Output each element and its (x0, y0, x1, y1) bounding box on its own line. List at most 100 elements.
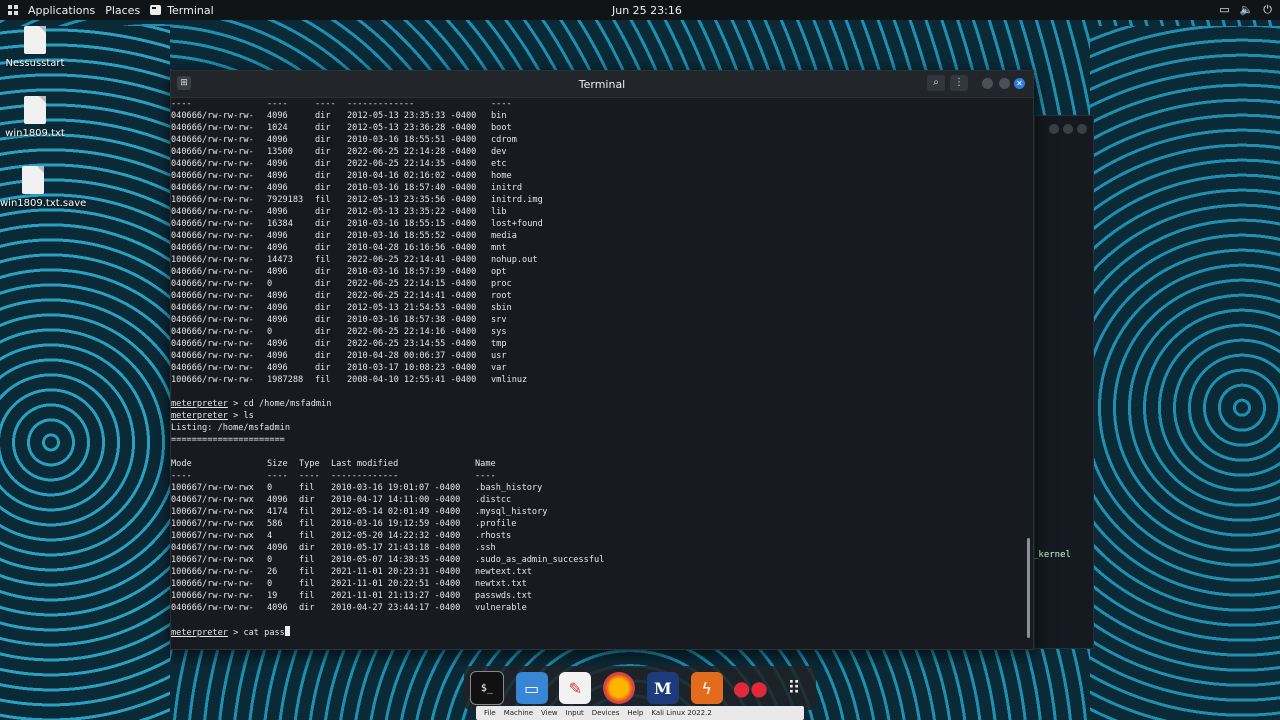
cell-mode: 100667/rw-rw-rwx (171, 483, 254, 493)
cell-mode: 040666/rw-rw-rw- (171, 159, 254, 169)
cell-type: fil (299, 507, 315, 517)
terminal-app-label: Terminal (167, 3, 214, 17)
close-button[interactable]: ✕ (1014, 78, 1025, 89)
cell-mode: 100666/rw-rw-rw- (171, 591, 254, 601)
vbox-menu-file[interactable]: File (484, 709, 496, 717)
desktop-icon-nessusstart[interactable]: Nessusstart (0, 26, 70, 69)
cell-size: 4096 (267, 183, 288, 193)
cell-type: dir (315, 279, 331, 289)
vbox-vm-name: Kali Linux 2022.2 (651, 709, 712, 717)
vbox-menu-machine[interactable]: Machine (504, 709, 533, 717)
maximize-button[interactable] (999, 78, 1010, 89)
applications-menu[interactable]: Applications (28, 4, 95, 17)
cell-modified: 2010-04-16 02:16:02 -0400 (347, 171, 477, 181)
cell-mode: 100666/rw-rw-rw- (171, 375, 254, 385)
scrollbar-thumb[interactable] (1027, 538, 1030, 638)
app-grid-icon[interactable] (8, 5, 18, 15)
dock-metasploit-icon[interactable]: M (646, 672, 679, 704)
vbox-menu-devices[interactable]: Devices (592, 709, 620, 717)
cell-size: 4096 (267, 207, 288, 217)
cell-modified: 2010-04-28 00:06:37 -0400 (347, 351, 477, 361)
cell-name: newtext.txt (475, 567, 532, 577)
file-icon (22, 166, 44, 194)
dock-firefox-icon[interactable] (603, 672, 636, 704)
desktop-icon-win1809-txt-save[interactable]: win1809.txt.save (0, 166, 86, 209)
virtualbox-menubar: File Machine View Input Devices Help Kal… (476, 706, 804, 720)
cell-name: root (491, 291, 512, 301)
vbox-menu-view[interactable]: View (541, 709, 558, 717)
root-listing-row: 040666/rw-rw-rw- 4096 dir 2022-06-25 22:14:… (171, 158, 507, 170)
maximize-icon[interactable] (1063, 124, 1073, 134)
dock-files-icon[interactable]: ▭ (515, 672, 548, 704)
minimize-button[interactable] (982, 78, 993, 89)
top-panel: Applications Places Terminal Jun 25 23:1… (0, 0, 1280, 20)
cell-modified: 2012-05-20 14:22:32 -0400 (331, 531, 461, 541)
cell-mode: 040666/rw-rw-rw- (171, 171, 254, 181)
search-icon[interactable]: ⌕ (927, 75, 945, 91)
cell-size: 0 (267, 555, 273, 565)
cell-name: bin (491, 111, 507, 121)
cell-name: initrd (491, 183, 523, 193)
dock-terminal-icon[interactable]: $_ (469, 671, 504, 705)
terminal-app-menu[interactable]: Terminal (150, 4, 214, 17)
cell-size: 4096 (267, 543, 288, 553)
header-rule-row: ---- ---- ---- ------------- ---- (171, 99, 512, 109)
cell-modified: 2012-05-13 23:35:22 -0400 (347, 207, 477, 217)
cell-type: fil (299, 579, 315, 589)
close-icon[interactable] (1077, 124, 1087, 134)
volume-icon[interactable]: 🔈 (1240, 3, 1254, 17)
desktop-icon-win1809-txt[interactable]: win1809.txt (0, 96, 70, 139)
cell-type: dir (315, 267, 331, 277)
root-listing-row: 040666/rw-rw-rw- 0 dir 2022-06-25 22:14:16 … (171, 326, 507, 338)
root-listing-row: 040666/rw-rw-rw- 0 dir 2022-06-25 22:14:15 … (171, 278, 512, 290)
dock-text-editor-icon[interactable]: ✎ (559, 672, 592, 704)
clock[interactable]: Jun 25 23:16 (612, 4, 682, 17)
listing-rule: ====================== (171, 435, 285, 445)
cell-mode: 040666/rw-rw-rw- (171, 207, 254, 217)
cell-size: 4096 (267, 159, 288, 169)
terminal-scrollbar[interactable] (1027, 98, 1030, 648)
vbox-menu-input[interactable]: Input (566, 709, 584, 717)
dock-cherrytree-icon[interactable]: ●● (733, 672, 768, 704)
dock-show-apps-icon[interactable]: ⠿ (778, 672, 810, 704)
cell-size: 4096 (267, 303, 288, 313)
cell-modified: 2010-04-27 23:44:17 -0400 (331, 603, 461, 613)
cell-mode: 040666/rw-rw-rw- (171, 123, 254, 133)
cell-modified: 2022-06-25 22:14:41 -0400 (347, 255, 477, 265)
cell-size: 16384 (267, 219, 293, 229)
cell-name: vmlinuz (491, 375, 528, 385)
cell-type: dir (315, 231, 331, 241)
dock-burpsuite-icon[interactable]: ϟ (690, 672, 723, 704)
cell-mode: 100666/rw-rw-rw- (171, 579, 254, 589)
cell-size: 4096 (267, 267, 288, 277)
minimize-icon[interactable] (1049, 124, 1059, 134)
menu-icon[interactable]: ⋮ (950, 75, 968, 91)
root-listing-row: 040666/rw-rw-rw- 4096 dir 2010-03-16 18:55:… (171, 134, 517, 146)
cell-modified: 2012-05-13 23:35:33 -0400 (347, 111, 477, 121)
cell-modified: 2012-05-13 23:35:56 -0400 (347, 195, 477, 205)
cell-type: fil (315, 195, 331, 205)
cell-type: dir (315, 303, 331, 313)
cell-modified: 2022-06-25 22:14:15 -0400 (347, 279, 477, 289)
cell-type: dir (315, 171, 331, 181)
prompt-line: meterpreter > cat pass (171, 626, 290, 639)
cell-mode: 040666/rw-rw-rw- (171, 183, 254, 193)
command-ls-row: meterpreter > ls (171, 410, 254, 422)
cell-modified: 2010-05-17 21:43:18 -0400 (331, 543, 461, 553)
vbox-menu-help[interactable]: Help (627, 709, 643, 717)
screen-icon[interactable]: ▭ (1219, 3, 1229, 17)
terminal-output[interactable]: ---- ---- ---- ------------- ---- 040666/rw-… (171, 98, 1023, 648)
power-icon[interactable]: ⏻ (1263, 3, 1272, 17)
home-listing-row: 100666/rw-rw-rw- 0 fil 2021-11-01 20:22:51 … (171, 578, 527, 590)
places-menu[interactable]: Places (105, 4, 140, 17)
terminal-titlebar[interactable]: ⊞ Terminal ⌕ ⋮ ✕ (171, 71, 1033, 98)
cell-mode: 040666/rw-rw-rw- (171, 303, 254, 313)
cell-name: .profile (475, 519, 517, 529)
cell-size: 4096 (267, 171, 288, 181)
background-terminal-window[interactable] (1034, 115, 1094, 649)
cell-size: 4096 (267, 351, 288, 361)
home-listing-row: 100667/rw-rw-rwx 0 fil 2010-05-07 14:38:35 … (171, 554, 604, 566)
blank-row (171, 614, 212, 626)
terminal-window[interactable]: ⊞ Terminal ⌕ ⋮ ✕ ---- ---- ---- -----------… (170, 70, 1034, 650)
cell-name: ---- (475, 471, 496, 481)
